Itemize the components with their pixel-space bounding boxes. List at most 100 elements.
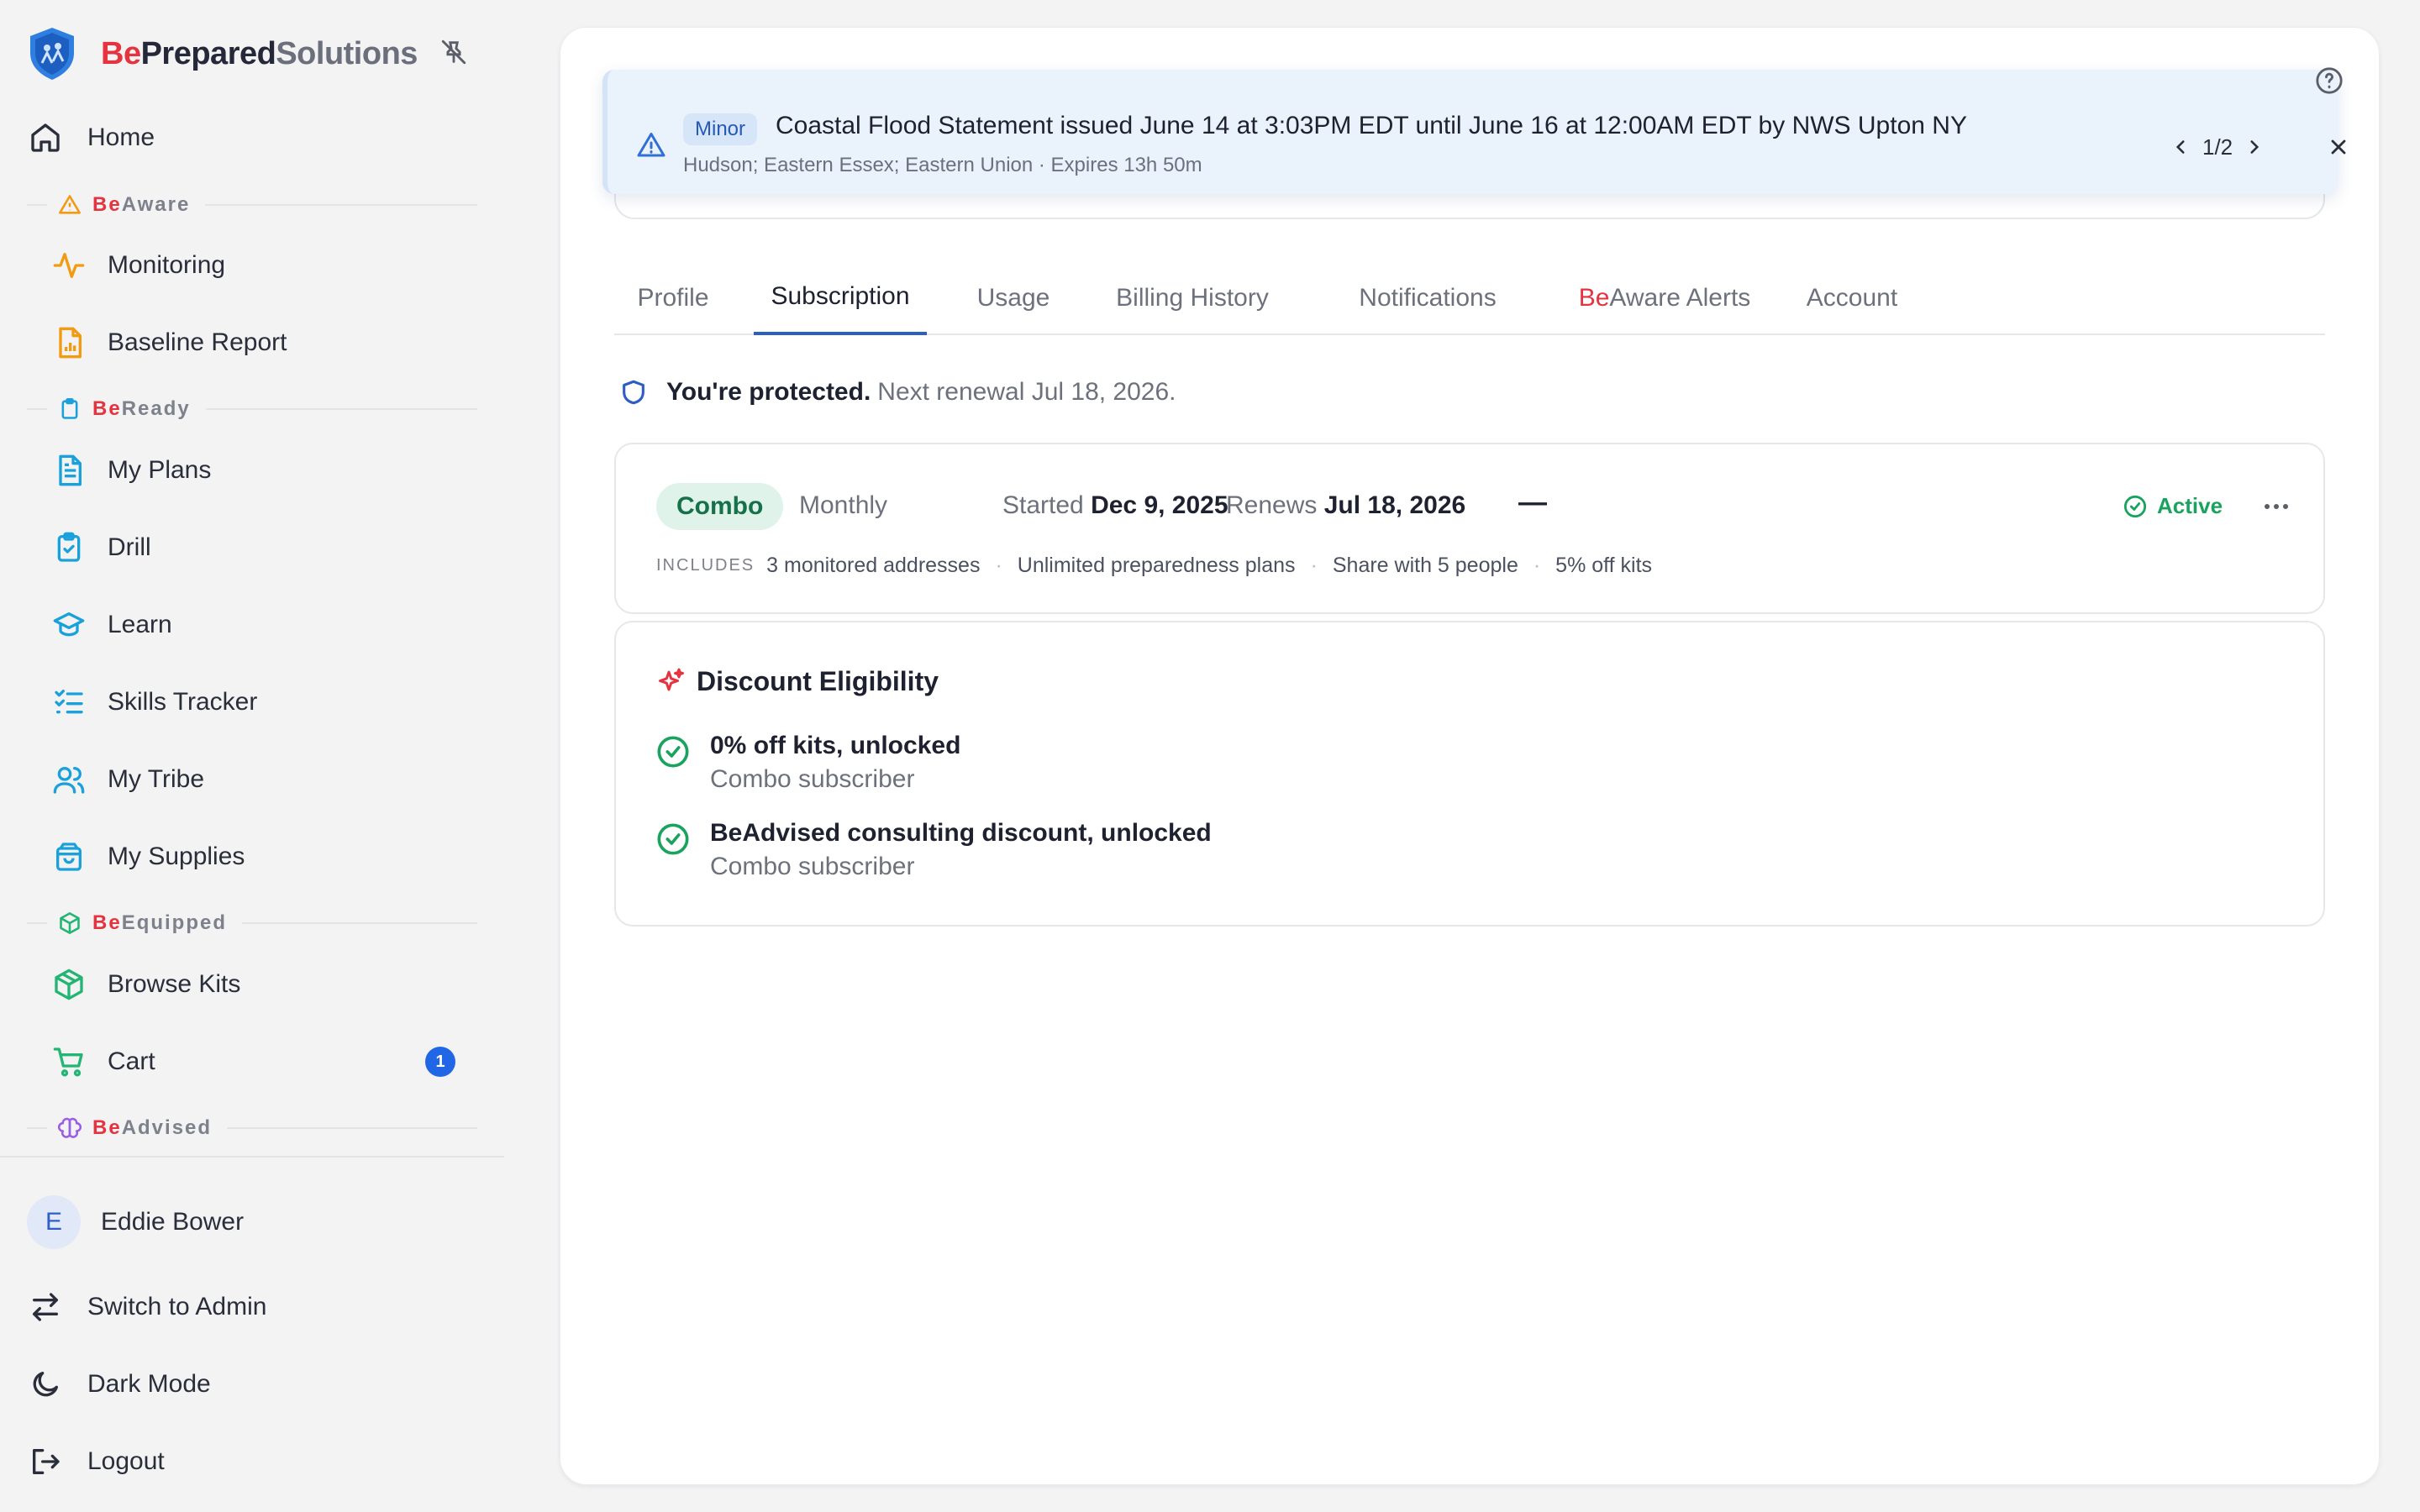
protected-renewal: Next renewal Jul 18, 2026. — [877, 378, 1176, 406]
report-chart-icon — [50, 324, 87, 361]
logout-button[interactable]: Logout — [27, 1430, 481, 1494]
shopping-cart-icon — [50, 1043, 87, 1080]
tab-notifications[interactable]: Notifications — [1325, 261, 1530, 335]
alert-pager: 1/2 — [2165, 130, 2270, 164]
more-options-button[interactable] — [2256, 488, 2296, 525]
nav-my-plans[interactable]: My Plans — [50, 438, 481, 502]
section-divider — [205, 408, 477, 410]
section-divider — [242, 922, 477, 924]
section-divider — [27, 922, 47, 924]
dark-mode-toggle[interactable]: Dark Mode — [27, 1352, 481, 1416]
warning-icon — [57, 192, 82, 218]
previous-alert-button[interactable] — [2165, 132, 2196, 162]
tab-billing-history[interactable]: Billing History — [1100, 261, 1285, 335]
includes-label: INCLUDES — [656, 556, 755, 575]
section-beaware-be: Be — [92, 193, 122, 216]
discount-header: Discount Eligibility — [656, 666, 939, 697]
section-beready: BeReady — [27, 396, 477, 422]
check-circle-icon — [2123, 495, 2147, 517]
package-icon — [50, 966, 87, 1003]
sparkles-icon — [659, 668, 684, 690]
brand-be: Be — [101, 35, 141, 71]
close-icon — [2331, 139, 2346, 155]
shield-logo-icon — [30, 28, 74, 80]
section-beready-be: Be — [92, 397, 122, 420]
check-circle-icon — [657, 823, 689, 855]
tab-account[interactable]: Account — [1797, 261, 1907, 335]
discount-item-subtitle: Combo subscriber — [710, 853, 915, 880]
status-label: Active — [2157, 493, 2223, 518]
billing-cycle: Monthly — [799, 491, 888, 519]
arrows-swap-icon — [27, 1289, 64, 1326]
section-divider — [27, 1127, 47, 1129]
section-beequipped-be: Be — [92, 911, 122, 934]
sidebar-divider — [0, 1156, 504, 1158]
home-icon — [27, 119, 64, 156]
clipboard-icon — [57, 396, 82, 422]
nav-drill[interactable]: Drill — [50, 516, 481, 580]
next-alert-button[interactable] — [2239, 132, 2270, 162]
section-beready-label: BeReady — [92, 397, 191, 421]
graduation-cap-icon — [50, 606, 87, 643]
status-badge: Active — [2123, 493, 2223, 519]
plan-includes: INCLUDES 3 monitored addresses · Unlimit… — [656, 554, 1652, 578]
brain-icon — [57, 1116, 82, 1141]
nav-home[interactable]: Home — [27, 106, 481, 170]
nav-my-supplies[interactable]: My Supplies — [50, 825, 481, 889]
discount-title: Discount Eligibility — [697, 666, 939, 696]
logout-label: Logout — [87, 1447, 165, 1475]
settings-tabs: Profile Subscription Usage Billing Histo… — [614, 261, 2325, 335]
switch-to-admin-label: Switch to Admin — [87, 1293, 267, 1320]
unpin-sidebar-button[interactable] — [437, 35, 471, 69]
help-circle-icon[interactable] — [2315, 66, 2344, 95]
brand-solutions: Solutions — [276, 35, 418, 71]
discount-item-subtitle: Combo subscriber — [710, 765, 915, 793]
include-item: Share with 5 people — [1332, 554, 1518, 577]
main-content: Minor Coastal Flood Statement issued Jun… — [560, 27, 2380, 1485]
nav-monitoring[interactable]: Monitoring — [50, 234, 481, 297]
tab-profile[interactable]: Profile — [631, 261, 715, 335]
section-beadvised-rest: Advised — [121, 1116, 213, 1139]
brand[interactable]: BePreparedSolutions — [27, 25, 420, 82]
nav-baseline-report[interactable]: Baseline Report — [50, 311, 481, 375]
weather-alert-banner[interactable]: Minor Coastal Flood Statement issued Jun… — [602, 70, 2346, 194]
check-circle-icon — [657, 736, 689, 768]
protection-status: You're protected. Next renewal Jul 18, 2… — [619, 375, 1176, 409]
pin-off-icon — [441, 39, 466, 65]
user-profile[interactable]: E Eddie Bower — [27, 1194, 244, 1250]
shopping-bag-icon — [50, 838, 87, 875]
nav-skills-tracker-label: Skills Tracker — [108, 688, 258, 716]
tab-subscription[interactable]: Subscription — [754, 261, 927, 335]
moon-icon — [27, 1366, 64, 1403]
alert-subtitle: Hudson; Eastern Essex; Eastern Union · E… — [683, 154, 1202, 176]
tab-beaware-rest: Aware Alerts — [1609, 284, 1751, 312]
separator-dot: · — [1533, 554, 1541, 577]
sidebar: BePreparedSolutions Home BeAware Monitor… — [0, 0, 504, 1512]
nav-skills-tracker[interactable]: Skills Tracker — [50, 670, 481, 734]
tab-beaware-alerts[interactable]: Be Aware Alerts — [1570, 261, 1759, 335]
cart-count-badge: 1 — [425, 1047, 455, 1077]
nav-learn[interactable]: Learn — [50, 593, 481, 657]
nav-browse-kits-label: Browse Kits — [108, 970, 241, 998]
dark-mode-label: Dark Mode — [87, 1370, 211, 1398]
nav-cart[interactable]: Cart 1 — [50, 1030, 481, 1094]
discount-eligibility-card: Discount Eligibility 0% off kits, unlock… — [614, 621, 2325, 927]
alert-pager-count: 1/2 — [2202, 134, 2233, 160]
discount-item-title: 0% off kits, unlocked — [710, 732, 961, 759]
nav-cart-label: Cart — [108, 1047, 155, 1075]
section-beaware-label: BeAware — [92, 193, 190, 217]
tab-beaware-be: Be — [1578, 284, 1610, 312]
nav-browse-kits[interactable]: Browse Kits — [50, 953, 481, 1016]
alert-severity-badge: Minor — [683, 113, 758, 145]
switch-to-admin-button[interactable]: Switch to Admin — [27, 1275, 481, 1339]
dismiss-alert-button[interactable] — [2322, 130, 2355, 164]
discount-item: 0% off kits, unlocked Combo subscriber — [656, 732, 960, 794]
tab-usage[interactable]: Usage — [967, 261, 1060, 335]
discount-item: BeAdvised consulting discount, unlocked … — [656, 819, 1212, 881]
nav-my-tribe[interactable]: My Tribe — [50, 748, 481, 811]
avatar: E — [27, 1195, 81, 1249]
logout-icon — [27, 1443, 64, 1480]
document-icon — [50, 452, 87, 489]
shield-icon — [623, 380, 644, 405]
discount-item-title: BeAdvised consulting discount, unlocked — [710, 819, 1212, 847]
